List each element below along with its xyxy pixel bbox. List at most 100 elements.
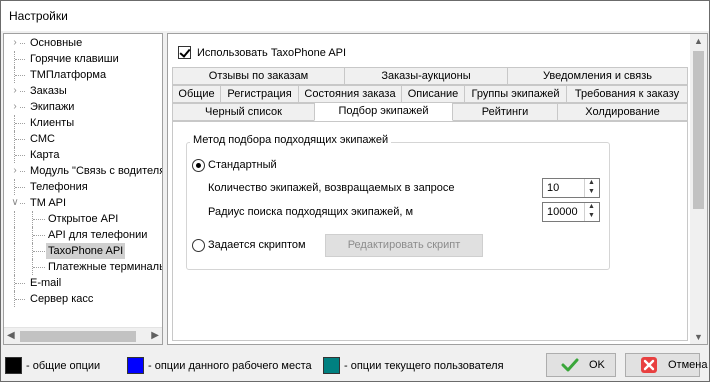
- chevron-right-icon[interactable]: ›: [10, 99, 20, 115]
- script-radio[interactable]: [192, 239, 205, 252]
- tree-item-label: API для телефонии: [48, 229, 148, 241]
- chevron-right-icon[interactable]: ›: [10, 163, 20, 179]
- search-radius-value[interactable]: 10000: [547, 206, 578, 218]
- tree-connector: [15, 75, 25, 76]
- ok-button[interactable]: OK: [546, 353, 616, 377]
- tree-item[interactable]: Открытое API: [4, 211, 162, 227]
- script-radio-label[interactable]: Задается скриптом: [208, 239, 306, 251]
- tree-item[interactable]: › Экипажи: [4, 99, 162, 115]
- search-radius-spinner[interactable]: 10000 ▲ ▼: [542, 202, 600, 222]
- settings-panel: Использовать TaxoPhone API Отзывы по зак…: [167, 33, 708, 345]
- window-title: Настройки: [9, 9, 68, 23]
- tree-item-label: Горячие клавиши: [30, 53, 119, 65]
- tree-connector: [15, 123, 25, 124]
- legend-label-workplace: - опции данного рабочего места: [148, 360, 312, 372]
- close-icon: [641, 357, 657, 373]
- tab-crew-selection[interactable]: Подбор экипажей: [314, 102, 453, 121]
- tree-item[interactable]: › Основные: [4, 35, 162, 51]
- ok-button-label: OK: [589, 359, 605, 371]
- spin-down-icon[interactable]: ▼: [588, 188, 595, 195]
- cancel-button-label: Отмена: [668, 359, 708, 371]
- legend-swatch-user: [323, 357, 340, 374]
- chevron-right-icon[interactable]: ›: [10, 35, 20, 51]
- use-taxophone-api-checkbox[interactable]: [178, 46, 191, 59]
- spin-up-icon[interactable]: ▲: [588, 179, 595, 186]
- tree-item[interactable]: Сервер касс: [4, 291, 162, 307]
- legend-label-general: - общие опции: [26, 360, 101, 372]
- tab-notifications[interactable]: Уведомления и связь: [507, 67, 688, 85]
- scroll-thumb[interactable]: [20, 331, 136, 342]
- tree-item[interactable]: ТМПлатформа: [4, 67, 162, 83]
- tree-item-label: Открытое API: [48, 213, 119, 225]
- tree-connector: [15, 299, 25, 300]
- tree-item-label: Заказы: [30, 85, 67, 97]
- tab-order-states[interactable]: Состояния заказа: [298, 85, 402, 103]
- tree-item-label: ТМПлатформа: [30, 69, 107, 81]
- settings-tree: › Основные Горячие клавиши ТМПлатформа › Зака…: [3, 33, 163, 345]
- cancel-button[interactable]: Отмена: [625, 353, 707, 377]
- standard-radio[interactable]: [192, 159, 205, 172]
- tab-ratings[interactable]: Рейтинги: [452, 103, 558, 121]
- tree-item-label: СМС: [30, 133, 55, 145]
- tab-registration[interactable]: Регистрация: [220, 85, 299, 103]
- tab-crew-groups[interactable]: Группы экипажей: [464, 85, 567, 103]
- title-bar: Настройки: [1, 1, 709, 31]
- tree-item[interactable]: Телефония: [4, 179, 162, 195]
- tab-general[interactable]: Общие: [172, 85, 221, 103]
- scroll-thumb[interactable]: [693, 51, 704, 209]
- tree-connector: [33, 235, 45, 236]
- panel-vertical-scrollbar[interactable]: ▲ ▼: [690, 34, 707, 344]
- checkmark-icon: [561, 358, 579, 372]
- tree-item[interactable]: E-mail: [4, 275, 162, 291]
- tree-item[interactable]: Горячие клавиши: [4, 51, 162, 67]
- scroll-down-icon[interactable]: ▼: [694, 332, 703, 342]
- tab-reviews[interactable]: Отзывы по заказам: [172, 67, 345, 85]
- tree-item[interactable]: Клиенты: [4, 115, 162, 131]
- tree-connector: [14, 211, 15, 227]
- crew-count-value[interactable]: 10: [547, 182, 559, 194]
- tree-item-label: Основные: [30, 37, 83, 49]
- scroll-left-icon[interactable]: ◀: [7, 330, 15, 341]
- legend-label-user: - опции текущего пользователя: [344, 360, 504, 372]
- tree-item-label: Платежные терминалы: [48, 261, 163, 273]
- tree-item-label: Телефония: [30, 181, 88, 193]
- tree-item-label: TM API: [30, 197, 67, 209]
- search-radius-label: Радиус поиска подходящих экипажей, м: [208, 206, 414, 218]
- tree-connector: [15, 59, 25, 60]
- tree-item[interactable]: Платежные терминалы: [4, 259, 162, 275]
- tree-connector: [14, 259, 15, 275]
- scroll-up-icon[interactable]: ▲: [694, 36, 703, 46]
- tree-connector: [14, 227, 15, 243]
- chevron-down-icon[interactable]: ∨: [10, 195, 20, 211]
- spin-down-icon[interactable]: ▼: [588, 212, 595, 219]
- tree-item-label: Сервер касс: [30, 293, 94, 305]
- legend-swatch-workplace: [127, 357, 144, 374]
- tab-description[interactable]: Описание: [401, 85, 465, 103]
- tree-item-label: Модуль "Связь с водителя: [30, 165, 163, 177]
- tab-auctions[interactable]: Заказы-аукционы: [344, 67, 508, 85]
- chevron-right-icon[interactable]: ›: [10, 83, 20, 99]
- legend-swatch-general: [5, 357, 22, 374]
- crew-count-spin-buttons[interactable]: ▲ ▼: [584, 179, 599, 197]
- tree-connector: [15, 155, 25, 156]
- search-radius-spin-buttons[interactable]: ▲ ▼: [584, 203, 599, 221]
- tree-connector: [33, 267, 45, 268]
- tree-item[interactable]: TaxoPhone API: [4, 243, 162, 259]
- tab-holding[interactable]: Холдирование: [557, 103, 688, 121]
- tree-item-label: Клиенты: [30, 117, 75, 129]
- tree-connector: [33, 219, 45, 220]
- tree-item[interactable]: › Модуль "Связь с водителя: [4, 163, 162, 179]
- tree-item[interactable]: › Заказы: [4, 83, 162, 99]
- spin-up-icon[interactable]: ▲: [588, 203, 595, 210]
- tab-blacklist[interactable]: Черный список: [172, 103, 315, 121]
- crew-count-spinner[interactable]: 10 ▲ ▼: [542, 178, 600, 198]
- standard-radio-label[interactable]: Стандартный: [208, 159, 277, 171]
- tree-horizontal-scrollbar[interactable]: ◀ ▶: [4, 327, 162, 344]
- tree-item[interactable]: СМС: [4, 131, 162, 147]
- tab-order-requirements[interactable]: Требования к заказу: [566, 85, 688, 103]
- scroll-right-icon[interactable]: ▶: [151, 330, 159, 341]
- tree-item[interactable]: API для телефонии: [4, 227, 162, 243]
- tree-item[interactable]: Карта: [4, 147, 162, 163]
- tree-item[interactable]: ∨ TM API: [4, 195, 162, 211]
- tree-item-label: E-mail: [30, 277, 62, 289]
